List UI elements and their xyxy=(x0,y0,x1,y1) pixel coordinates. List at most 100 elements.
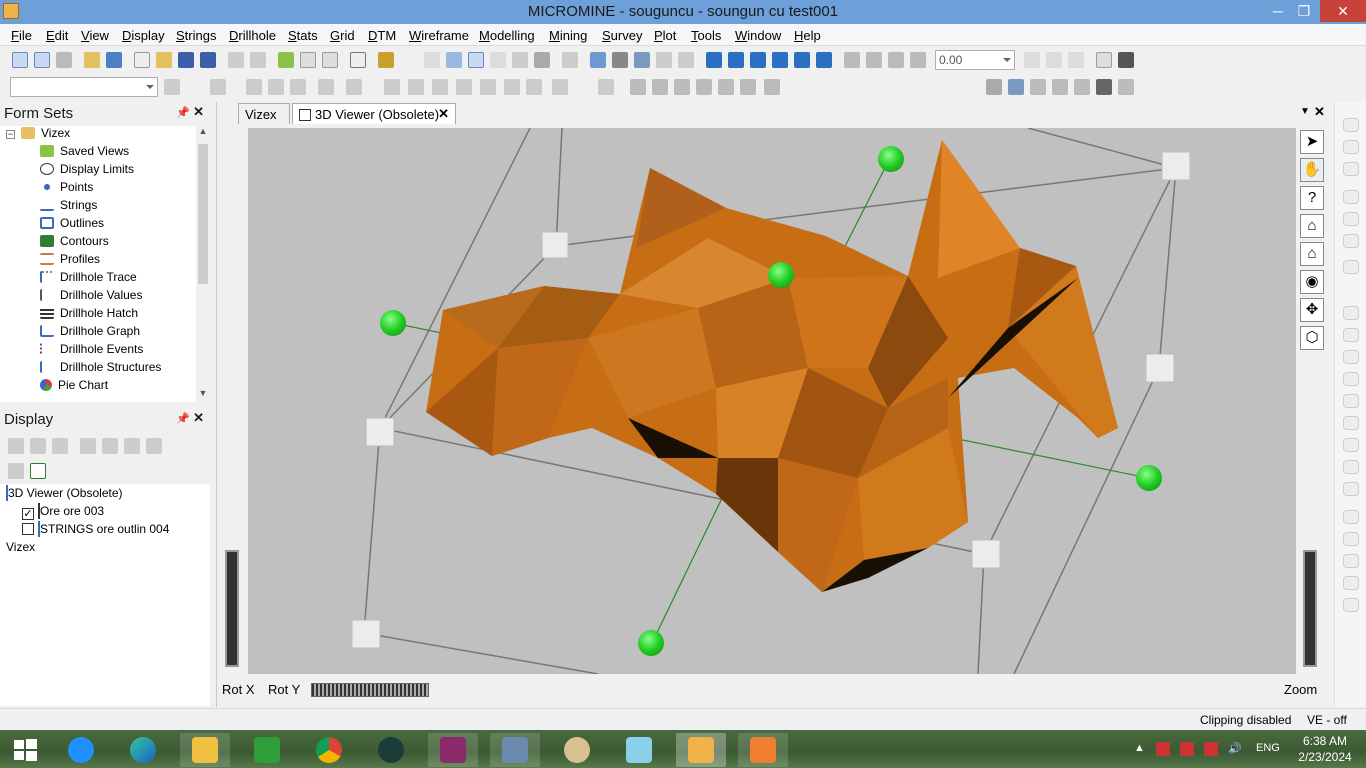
remove-layer-icon[interactable] xyxy=(146,438,162,454)
palette-tool-icon[interactable] xyxy=(1343,554,1359,568)
tree-item-strings[interactable]: Strings xyxy=(40,198,97,216)
tree-item-display-limits[interactable]: Display Limits xyxy=(40,162,134,180)
menu-display[interactable]: Display xyxy=(122,28,165,43)
vertical-rotation-slider[interactable] xyxy=(225,550,239,667)
layer-down-icon[interactable] xyxy=(30,438,46,454)
solid-icon[interactable] xyxy=(630,79,646,95)
close-document-icon[interactable]: ✕ xyxy=(1314,104,1325,120)
eye-icon[interactable]: ◉ xyxy=(1300,270,1324,294)
help-icon[interactable]: ? xyxy=(1300,186,1324,210)
sort-icon[interactable] xyxy=(52,438,68,454)
options-icon[interactable] xyxy=(350,52,366,68)
tree-item-profiles[interactable]: Profiles xyxy=(40,252,100,270)
settings-icon[interactable] xyxy=(1118,52,1134,68)
rotate-hand-icon[interactable] xyxy=(490,52,506,68)
start-button[interactable] xyxy=(0,733,50,767)
shade2-icon[interactable] xyxy=(866,52,882,68)
menu-wireframe[interactable]: Wireframe xyxy=(409,28,469,43)
export-icon[interactable] xyxy=(378,52,394,68)
rotation-handle-right[interactable] xyxy=(1136,465,1162,491)
tools-icon[interactable] xyxy=(1096,79,1112,95)
refresh-icon[interactable] xyxy=(30,463,46,479)
project-icon[interactable] xyxy=(106,52,122,68)
taskbar-chrome[interactable] xyxy=(304,733,354,767)
add-layer-icon[interactable] xyxy=(80,438,96,454)
menu-file[interactable]: File xyxy=(11,28,32,43)
taskbar-explorer[interactable] xyxy=(180,733,230,767)
connect-icon[interactable] xyxy=(268,79,284,95)
save-all-icon[interactable] xyxy=(200,52,216,68)
form-sets-icon[interactable] xyxy=(34,52,50,68)
menu-strings[interactable]: Strings xyxy=(176,28,216,43)
brush-tool-icon[interactable] xyxy=(1343,532,1359,546)
tree-item-drillhole-values[interactable]: Drillhole Values xyxy=(40,288,142,306)
join-icon[interactable] xyxy=(384,79,400,95)
string-edit-icon[interactable] xyxy=(318,79,334,95)
form-sets-scrollbar[interactable]: ▲ ▼ xyxy=(196,126,210,402)
rotation-handle-bottom[interactable] xyxy=(638,630,664,656)
menu-plot[interactable]: Plot xyxy=(654,28,676,43)
undo-icon[interactable] xyxy=(228,52,244,68)
pin-tool-icon[interactable] xyxy=(1343,234,1359,248)
rotate-hand-icon[interactable]: ✋ xyxy=(1300,158,1324,182)
view-3d-icon[interactable] xyxy=(590,52,606,68)
copy-tool-icon[interactable] xyxy=(1343,350,1359,364)
tree-item-drillhole-hatch[interactable]: Drillhole Hatch xyxy=(40,306,138,324)
menu-view[interactable]: View xyxy=(81,28,109,43)
taskbar-store[interactable] xyxy=(242,733,292,767)
insert-icon[interactable] xyxy=(432,79,448,95)
zoom-extent-icon[interactable] xyxy=(634,52,650,68)
open-folder-icon[interactable] xyxy=(84,52,100,68)
curve-tool-icon[interactable] xyxy=(1343,416,1359,430)
prev-icon[interactable] xyxy=(1046,52,1062,68)
circle-tool-icon[interactable] xyxy=(1343,328,1359,342)
tree-item-drillhole-events[interactable]: Drillhole Events xyxy=(40,342,143,360)
grid-lines-icon[interactable] xyxy=(986,79,1002,95)
menu-stats[interactable]: Stats xyxy=(288,28,318,43)
center-icon[interactable] xyxy=(612,52,628,68)
wifi-icon[interactable] xyxy=(1204,742,1218,756)
pointer-icon[interactable] xyxy=(424,52,440,68)
tab-list-icon[interactable]: ▼ xyxy=(1300,106,1310,117)
properties-icon[interactable] xyxy=(56,52,72,68)
sheet-tool-icon[interactable] xyxy=(1343,576,1359,590)
next-icon[interactable] xyxy=(1068,52,1084,68)
forms-icon[interactable] xyxy=(12,52,28,68)
pin-tool-icon[interactable] xyxy=(1343,212,1359,226)
taskbar-winrar[interactable] xyxy=(428,733,478,767)
print-icon[interactable] xyxy=(1096,52,1112,68)
taskbar-paint[interactable] xyxy=(552,733,602,767)
copy-layer-icon[interactable] xyxy=(124,438,140,454)
measure-icon[interactable] xyxy=(512,52,528,68)
maximize-button[interactable]: ❐ xyxy=(1288,0,1320,22)
zoom-icon[interactable] xyxy=(446,52,462,68)
pin-icon[interactable] xyxy=(1118,79,1134,95)
hatch2-icon[interactable] xyxy=(1074,79,1090,95)
edit-tool-icon[interactable] xyxy=(164,79,180,95)
layer-tool-icon[interactable] xyxy=(1343,482,1359,496)
menu-drillhole[interactable]: Drillhole xyxy=(229,28,276,43)
move-icon[interactable] xyxy=(534,52,550,68)
edit-layer-icon[interactable] xyxy=(102,438,118,454)
tree-item-points[interactable]: Points xyxy=(40,180,93,198)
rotation-handle-left[interactable] xyxy=(380,310,406,336)
pin-tool-icon[interactable] xyxy=(1343,190,1359,204)
measure2-icon[interactable] xyxy=(526,79,542,95)
frame-tool-icon[interactable] xyxy=(1343,394,1359,408)
view-front-icon[interactable] xyxy=(728,52,744,68)
pin-tool-icon[interactable] xyxy=(1343,260,1359,274)
arrow-icon[interactable] xyxy=(674,79,690,95)
pin-tool-icon[interactable] xyxy=(1343,162,1359,176)
rotation-handle-center[interactable] xyxy=(768,262,794,288)
tree-item-drillhole-structures[interactable]: Drillhole Structures xyxy=(40,360,161,378)
select-arrow-icon[interactable]: ➤ xyxy=(1300,130,1324,154)
move-cross-icon[interactable]: ✥ xyxy=(1300,298,1324,322)
scroll-thumb[interactable] xyxy=(198,144,208,284)
tree-root-vizex[interactable]: − Vizex xyxy=(6,126,70,144)
layer-combo[interactable] xyxy=(10,77,158,97)
zoom-out-icon[interactable] xyxy=(678,52,694,68)
align-tool-icon[interactable] xyxy=(1343,372,1359,386)
split-icon[interactable] xyxy=(346,79,362,95)
digitize-icon[interactable] xyxy=(210,79,226,95)
window-icon[interactable] xyxy=(300,52,316,68)
